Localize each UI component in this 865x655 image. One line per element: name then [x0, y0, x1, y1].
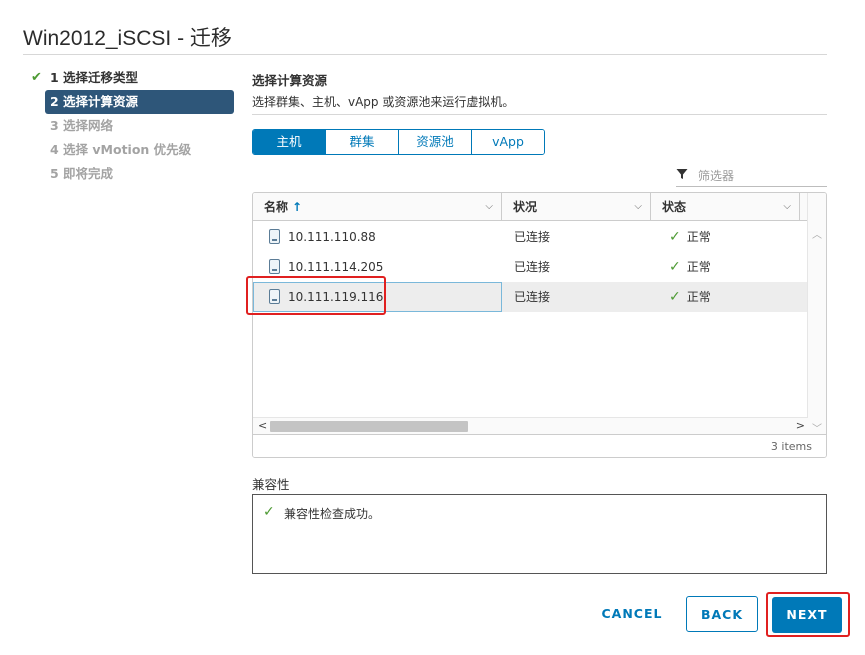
filter-input[interactable]: 筛选器 — [676, 166, 827, 187]
compatibility-label: 兼容性 — [252, 477, 290, 492]
sort-ascending-icon[interactable]: ↑ — [292, 200, 302, 214]
vertical-scrollbar[interactable]: ︿ ﹀ — [807, 193, 826, 435]
host-icon — [269, 229, 280, 244]
chevron-down-icon[interactable]: ⌵ — [783, 193, 791, 221]
host-name-cell: 10.111.110.88 — [269, 222, 501, 252]
column-header-status[interactable]: 状态 ⌵ — [651, 193, 800, 221]
tab-hosts[interactable]: 主机 — [253, 130, 326, 154]
scroll-right-icon[interactable]: > — [796, 419, 805, 432]
host-status: 正常 — [686, 230, 711, 244]
title-divider — [23, 54, 827, 55]
scroll-left-icon[interactable]: < — [258, 419, 267, 432]
chevron-down-icon[interactable]: ⌵ — [634, 193, 642, 221]
step-label: 3 选择网络 — [50, 118, 114, 133]
section-divider — [252, 114, 827, 115]
check-icon: ✓ — [669, 229, 681, 245]
tab-resource-pools[interactable]: 资源池 — [399, 130, 472, 154]
datagrid-footer: 3 items — [253, 434, 826, 457]
resource-type-tabs: 主机 群集 资源池 vApp — [252, 129, 545, 155]
column-label: 名称 — [264, 200, 289, 214]
step-label: 1 选择迁移类型 — [50, 70, 139, 85]
check-icon: ✔ — [31, 70, 42, 85]
host-name: 10.111.110.88 — [288, 230, 376, 244]
tab-vapps[interactable]: vApp — [472, 130, 544, 154]
host-status-cell: ✓ 正常 — [669, 282, 711, 312]
host-condition: 已连接 — [514, 260, 551, 274]
section-title: 选择计算资源 — [252, 73, 328, 88]
datagrid-header: 名称 ↑ ⌵ 状况 ⌵ 状态 ⌵ — [253, 193, 808, 221]
step-select-network: 3 选择网络 — [30, 114, 234, 138]
column-header-name[interactable]: 名称 ↑ ⌵ — [253, 193, 502, 221]
table-row[interactable]: 10.111.110.88 已连接 ✓ 正常 — [253, 222, 808, 252]
step-select-compute-resource[interactable]: 2 选择计算资源 — [45, 90, 234, 114]
step-label: 4 选择 vMotion 优先级 — [50, 142, 192, 157]
item-count: 3 items — [770, 440, 812, 453]
step-ready-to-complete: 5 即将完成 — [30, 162, 234, 186]
column-label: 状况 — [513, 200, 538, 214]
step-select-migration-type[interactable]: ✔ 1 选择迁移类型 — [30, 66, 234, 90]
check-icon: ✓ — [263, 504, 275, 520]
compatibility-message: 兼容性检查成功。 — [284, 507, 381, 521]
check-icon: ✓ — [669, 289, 681, 305]
step-select-vmotion-priority: 4 选择 vMotion 优先级 — [30, 138, 234, 162]
cancel-button[interactable]: CANCEL — [596, 596, 668, 632]
host-status-cell: ✓ 正常 — [669, 252, 711, 282]
section-description: 选择群集、主机、vApp 或资源池来运行虚拟机。 — [252, 95, 515, 109]
back-button[interactable]: BACK — [686, 596, 758, 632]
host-name: 10.111.114.205 — [288, 260, 384, 274]
host-condition: 已连接 — [514, 290, 551, 304]
column-label: 状态 — [662, 200, 687, 214]
check-icon: ✓ — [669, 259, 681, 275]
host-status-cell: ✓ 正常 — [669, 222, 711, 252]
scroll-up-icon[interactable]: ︿ — [812, 226, 822, 241]
host-status: 正常 — [686, 260, 711, 274]
highlight-box-next-button — [766, 592, 850, 637]
compatibility-box: ✓ 兼容性检查成功。 — [252, 494, 827, 574]
step-label: 2 选择计算资源 — [50, 94, 139, 109]
dialog-title: Win2012_iSCSI - 迁移 — [23, 27, 232, 50]
wizard-steps: ✔ 1 选择迁移类型 2 选择计算资源 3 选择网络 4 选择 vMotion … — [30, 66, 234, 186]
filter-placeholder: 筛选器 — [698, 169, 735, 183]
highlight-box-selected-host — [246, 276, 386, 315]
step-label: 5 即将完成 — [50, 166, 114, 181]
column-header-condition[interactable]: 状况 ⌵ — [502, 193, 651, 221]
tab-clusters[interactable]: 群集 — [326, 130, 399, 154]
scrollbar-thumb[interactable] — [270, 421, 468, 432]
filter-icon — [676, 169, 688, 179]
chevron-down-icon[interactable]: ⌵ — [485, 193, 493, 221]
horizontal-scrollbar[interactable]: < > — [253, 417, 808, 434]
scroll-down-icon[interactable]: ﹀ — [812, 420, 822, 435]
host-condition: 已连接 — [514, 230, 551, 244]
hosts-datagrid: 名称 ↑ ⌵ 状况 ⌵ 状态 ⌵ 10.111.110.88 已连接 ✓ 正常 10… — [252, 192, 827, 458]
host-status: 正常 — [686, 290, 711, 304]
host-icon — [269, 259, 280, 274]
